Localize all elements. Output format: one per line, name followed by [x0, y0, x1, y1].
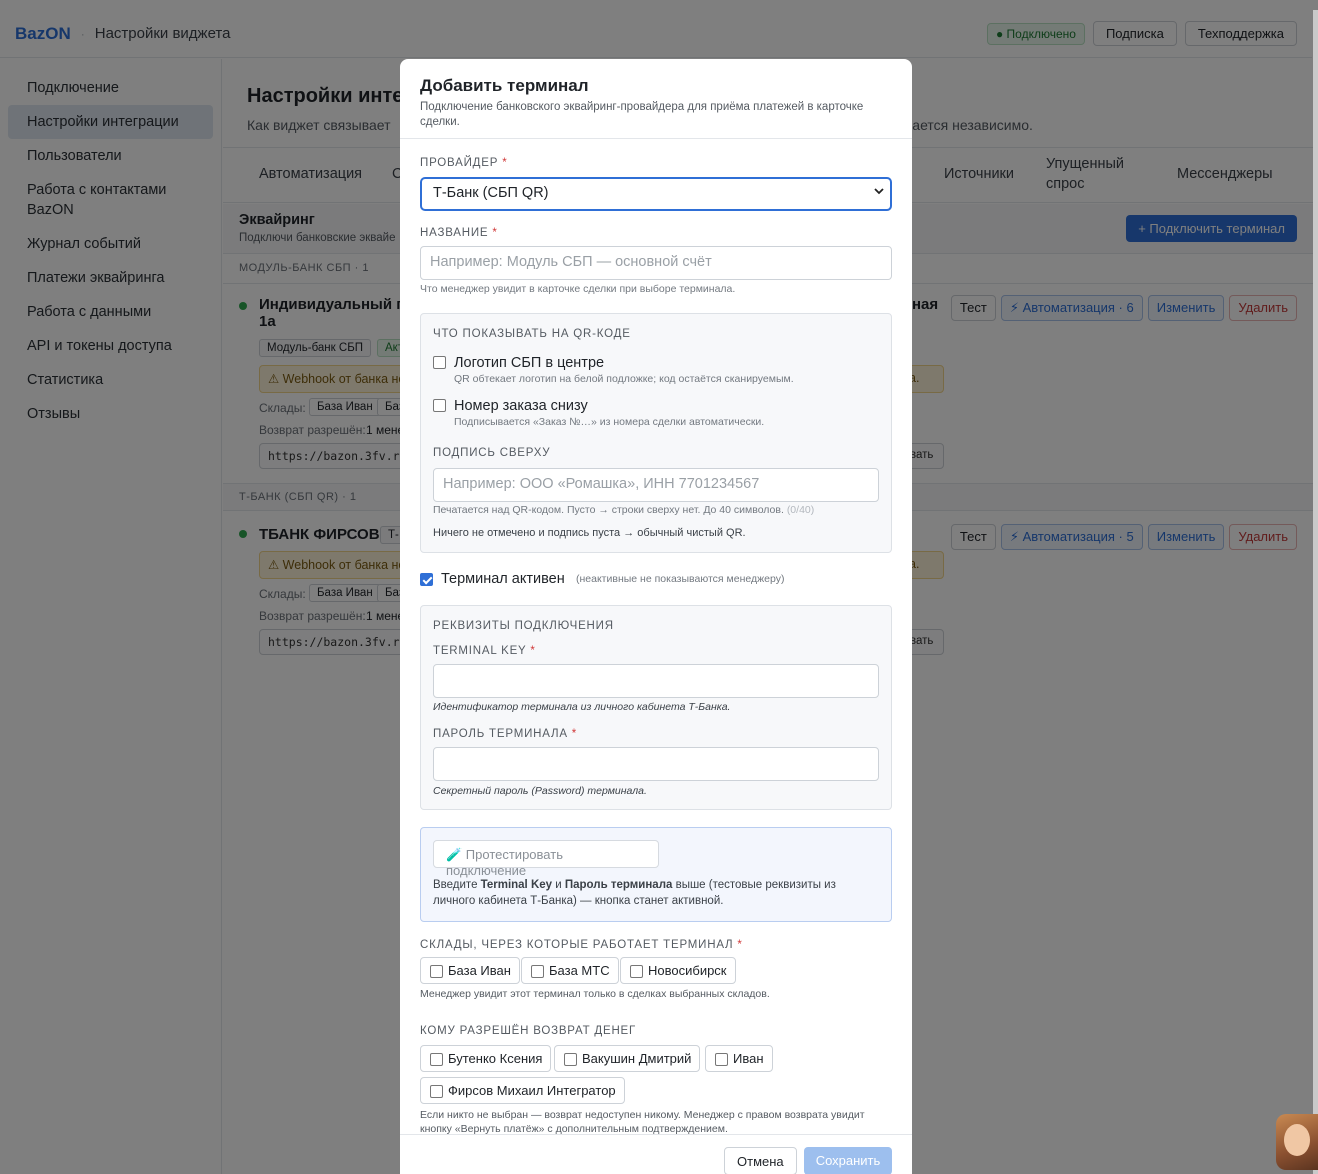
- modal-footer: Отмена Сохранить: [400, 1134, 912, 1174]
- note-text: Введите: [433, 879, 481, 891]
- caption-input[interactable]: Например: ООО «Ромашка», ИНН 7701234567: [433, 468, 879, 502]
- avatar-face: [1284, 1124, 1310, 1156]
- note-bold: Пароль терминала: [564, 879, 673, 891]
- store-option-label: Новосибирск: [648, 963, 727, 978]
- required-mark: *: [492, 227, 498, 239]
- order-number-checkbox[interactable]: [433, 399, 446, 412]
- store-option-label: База Иван: [448, 963, 511, 978]
- terminal-key-label-text: TERMINAL KEY: [433, 645, 527, 657]
- refund-checkbox[interactable]: [430, 1085, 443, 1098]
- caption-hint-text: Печатается над QR-кодом. Пусто → строки …: [433, 504, 784, 516]
- test-connection-button[interactable]: 🧪 Протестировать подключение: [433, 840, 659, 878]
- order-number-checkbox-label[interactable]: Номер заказа снизу: [454, 398, 588, 414]
- modal-subtitle: Подключение банковского эквайринг-провай…: [420, 101, 864, 128]
- caption-placeholder: Например: ООО «Ромашка», ИНН 7701234567: [443, 476, 760, 492]
- terminal-active-hint: (неактивные не показываются менеджеру): [576, 573, 785, 585]
- provider-select-value: Т-Банк (СБП QR): [433, 185, 549, 201]
- refund-checkbox[interactable]: [430, 1053, 443, 1066]
- store-option-baza-mts[interactable]: База МТС: [521, 957, 619, 984]
- required-mark: *: [530, 645, 536, 657]
- terminal-active-label[interactable]: Терминал активен: [441, 571, 565, 587]
- qr-options-panel: ЧТО ПОКАЗЫВАТЬ НА QR-КОДЕ Логотип СБП в …: [420, 313, 892, 553]
- logo-checkbox-label[interactable]: Логотип СБП в центре: [454, 355, 604, 371]
- qr-options-title: ЧТО ПОКАЗЫВАТЬ НА QR-КОДЕ: [433, 328, 631, 340]
- stores-hint: Менеджер увидит этот терминал только в с…: [420, 988, 770, 1000]
- logo-checkbox-hint: QR обтекает логотип на белой подложке; к…: [454, 373, 794, 385]
- terminal-name-placeholder: Например: Модуль СБП — основной счёт: [430, 254, 712, 270]
- terminal-password-label-text: ПАРОЛЬ ТЕРМИНАЛА: [433, 728, 568, 740]
- qr-note: Ничего не отмечено и подпись пуста → обы…: [433, 527, 746, 539]
- store-option-baza-ivan[interactable]: База Иван: [420, 957, 520, 984]
- refund-option-vakushin[interactable]: Вакушин Дмитрий: [554, 1045, 701, 1072]
- stores-label-text: СКЛАДЫ, ЧЕРЕЗ КОТОРЫЕ РАБОТАЕТ ТЕРМИНАЛ: [420, 939, 734, 951]
- store-checkbox[interactable]: [630, 965, 643, 978]
- modal-header: Добавить терминал Подключение банковског…: [400, 59, 912, 139]
- terminal-key-input[interactable]: [433, 664, 879, 698]
- store-checkbox[interactable]: [430, 965, 443, 978]
- chevron-down-icon: [874, 185, 884, 199]
- terminal-name-input[interactable]: Например: Модуль СБП — основной счёт: [420, 246, 892, 280]
- cancel-button[interactable]: Отмена: [724, 1147, 797, 1174]
- support-avatar[interactable]: [1276, 1114, 1318, 1170]
- refund-option-ivan[interactable]: Иван: [705, 1045, 773, 1072]
- logo-checkbox[interactable]: [433, 356, 446, 369]
- terminal-key-label: TERMINAL KEY *: [433, 645, 536, 657]
- page-scrollbar[interactable]: [1313, 10, 1318, 1174]
- store-checkbox[interactable]: [531, 965, 544, 978]
- save-button[interactable]: Сохранить: [804, 1147, 892, 1174]
- provider-label-text: ПРОВАЙДЕР: [420, 157, 499, 169]
- refund-option-butenko[interactable]: Бутенко Ксения: [420, 1045, 552, 1072]
- store-option-novosibirsk[interactable]: Новосибирск: [620, 957, 736, 984]
- provider-select[interactable]: Т-Банк (СБП QR): [420, 177, 892, 211]
- required-mark: *: [571, 728, 578, 740]
- refund-option-label: Бутенко Ксения: [448, 1051, 543, 1066]
- name-hint: Что менеджер увидит в карточке сделки пр…: [420, 283, 736, 295]
- terminal-password-input[interactable]: [433, 747, 879, 781]
- caption-label: ПОДПИСЬ СВЕРХУ: [433, 447, 551, 459]
- note-bold: Terminal Key: [480, 879, 553, 891]
- terminal-password-hint: Секретный пароль (Password) терминала.: [433, 785, 647, 797]
- refund-option-label: Фирсов Михаил Интегратор: [448, 1083, 616, 1098]
- refund-checkbox[interactable]: [564, 1053, 577, 1066]
- refund-option-firsov[interactable]: Фирсов Михаил Интегратор: [420, 1077, 625, 1104]
- store-option-label: База МТС: [549, 963, 610, 978]
- test-connection-note: Введите Terminal Key и Пароль терминала …: [433, 877, 873, 909]
- caption-counter: (0/40): [786, 504, 815, 516]
- refund-option-label: Иван: [733, 1051, 764, 1066]
- name-label: НАЗВАНИЕ *: [420, 227, 498, 239]
- credentials-title: РЕКВИЗИТЫ ПОДКЛЮЧЕНИЯ: [433, 620, 614, 632]
- refund-option-label: Вакушин Дмитрий: [582, 1051, 692, 1066]
- stores-label: СКЛАДЫ, ЧЕРЕЗ КОТОРЫЕ РАБОТАЕТ ТЕРМИНАЛ …: [420, 939, 743, 951]
- required-mark: *: [502, 157, 508, 169]
- refunds-label: КОМУ РАЗРЕШЁН ВОЗВРАТ ДЕНЕГ: [420, 1025, 637, 1037]
- refund-checkbox[interactable]: [715, 1053, 728, 1066]
- modal-title: Добавить терминал: [420, 76, 589, 95]
- caption-hint: Печатается над QR-кодом. Пусто → строки …: [433, 504, 814, 516]
- note-text: и: [552, 879, 565, 891]
- terminal-active-checkbox[interactable]: [420, 573, 433, 586]
- terminal-password-label: ПАРОЛЬ ТЕРМИНАЛА *: [433, 728, 577, 740]
- terminal-key-hint: Идентификатор терминала из личного кабин…: [433, 701, 731, 713]
- credentials-panel: РЕКВИЗИТЫ ПОДКЛЮЧЕНИЯ TERMINAL KEY * Иде…: [420, 605, 892, 810]
- provider-label: ПРОВАЙДЕР *: [420, 157, 507, 169]
- name-label-text: НАЗВАНИЕ: [420, 227, 489, 239]
- add-terminal-modal: Добавить терминал Подключение банковског…: [400, 59, 912, 1174]
- refunds-hint: Если никто не выбран — возврат недоступе…: [420, 1109, 865, 1135]
- order-number-checkbox-hint: Подписывается «Заказ №…» из номера сделк…: [454, 416, 765, 428]
- required-mark: *: [737, 939, 743, 951]
